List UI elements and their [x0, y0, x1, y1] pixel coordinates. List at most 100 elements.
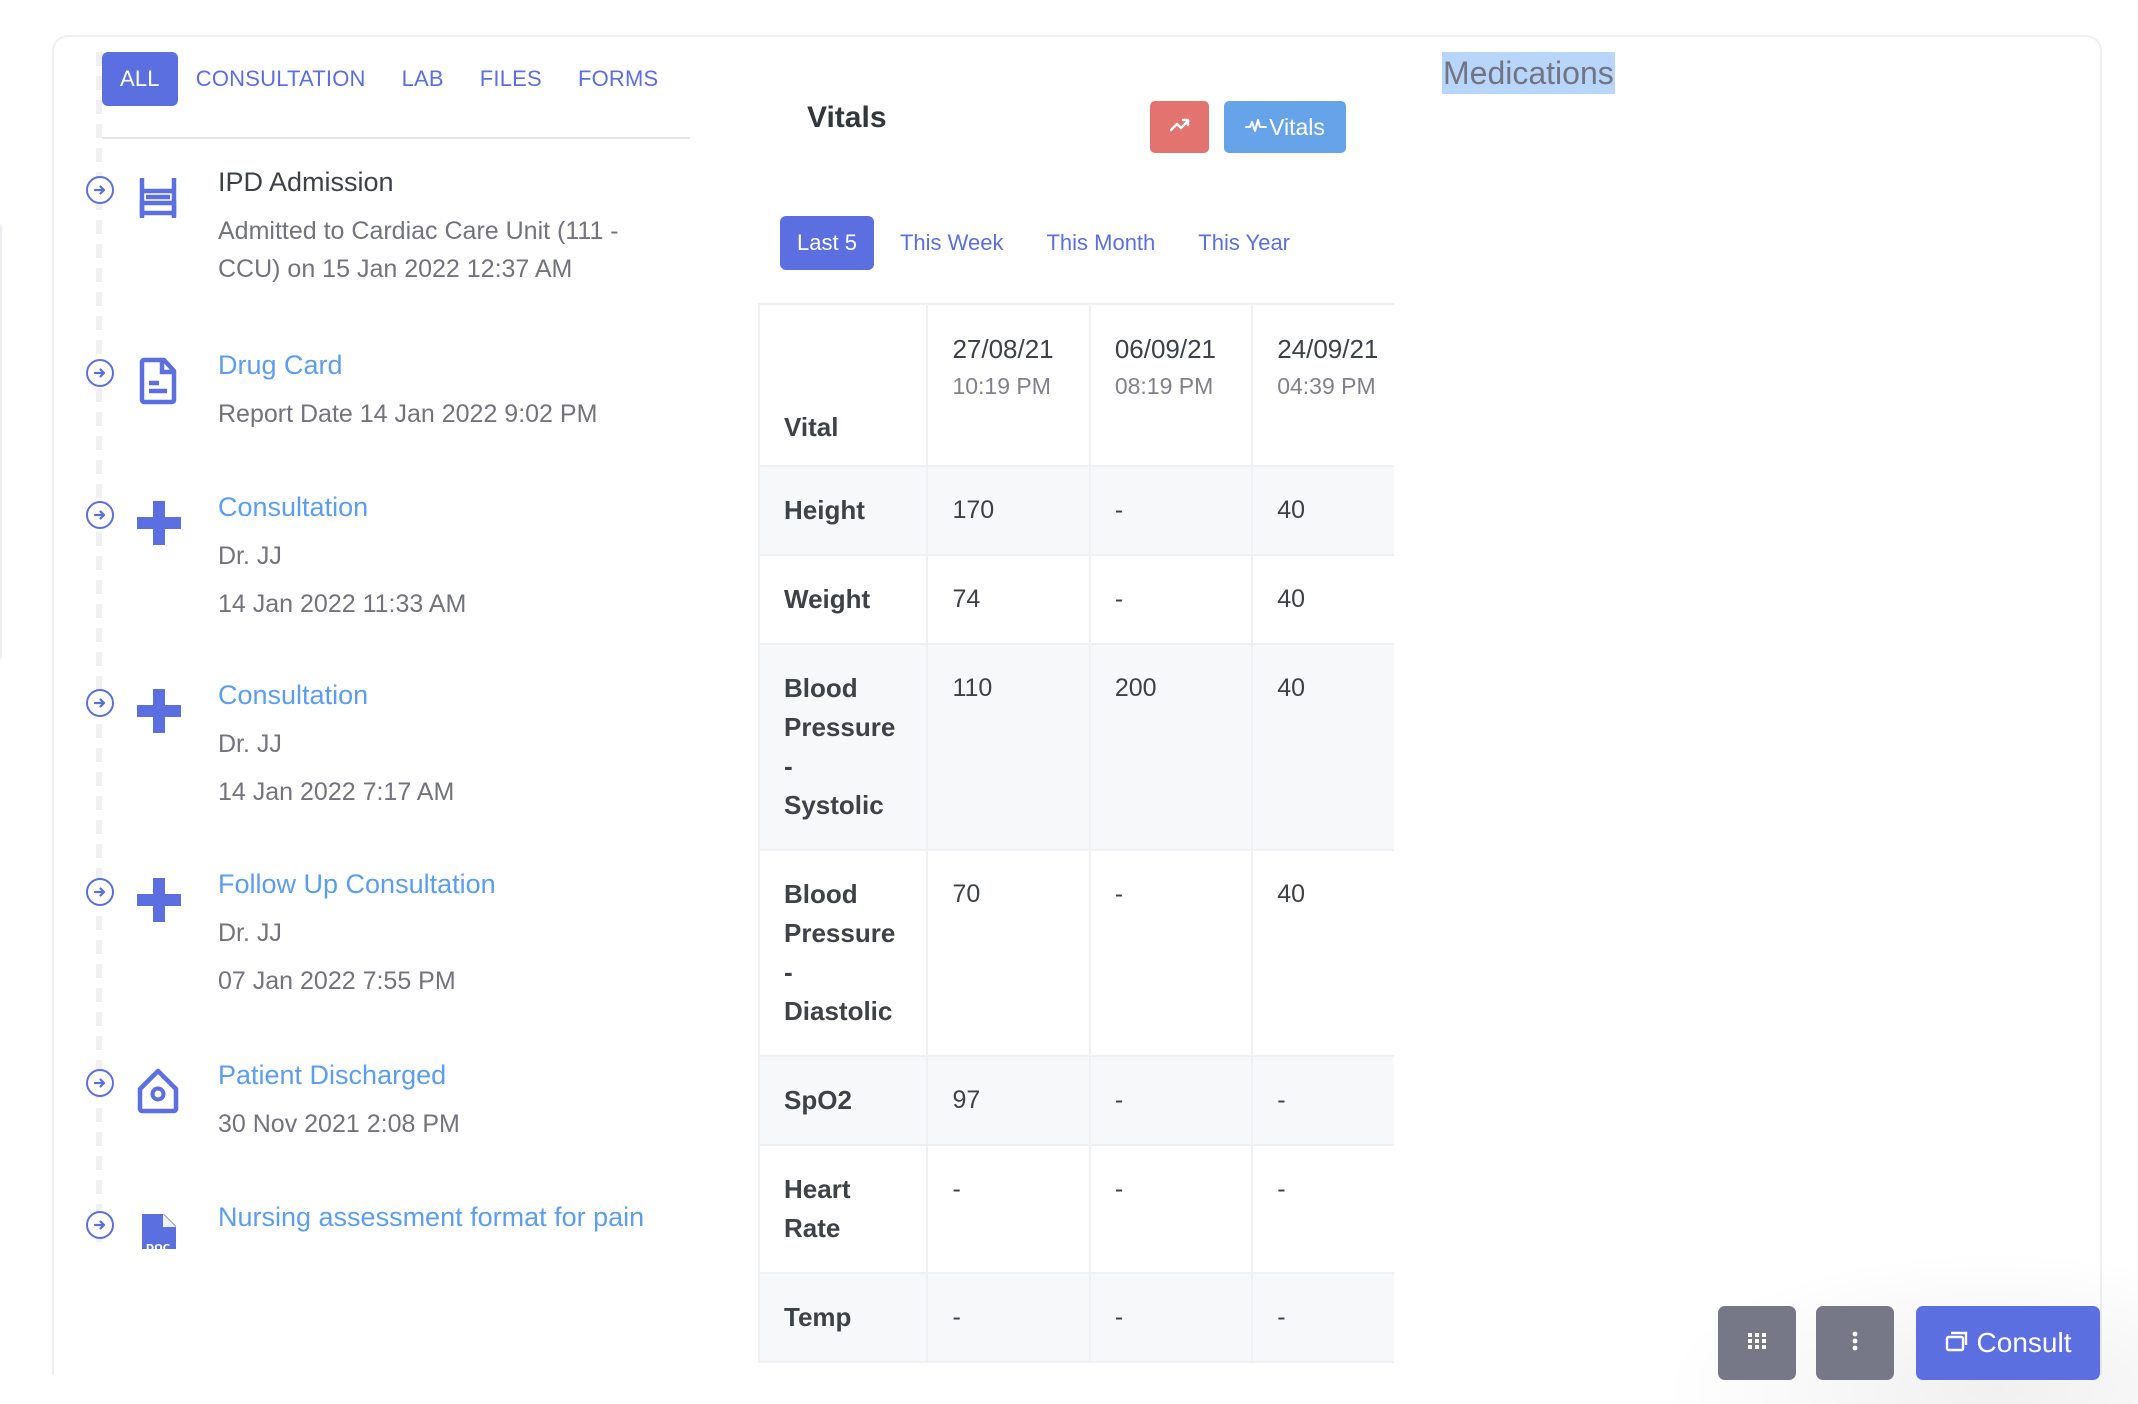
table-row: Blood Pressure - Diastolic 70-40 [758, 849, 1394, 1057]
tabs-divider [102, 137, 690, 139]
entry-doctor: Dr. JJ [218, 919, 282, 947]
reading-date: 06/09/21 [1114, 334, 1217, 364]
arrow-right-circle-icon[interactable] [86, 176, 114, 204]
table-row: Height 170-40 [758, 465, 1394, 556]
vital-value-cell: 40 [1251, 849, 1394, 1057]
tab-files[interactable]: FILES [462, 52, 560, 106]
arrow-right-circle-icon[interactable] [86, 501, 114, 529]
collapsed-side-panel-edge [0, 222, 2, 662]
tab-lab[interactable]: LAB [384, 52, 462, 106]
vital-value-cell: - [1251, 1272, 1394, 1363]
medications-title: Medications [1442, 52, 1615, 94]
more-vertical-icon [1852, 1331, 1858, 1356]
reading-time: 08:19 PM [1114, 373, 1214, 399]
arrow-right-circle-icon[interactable] [86, 1069, 114, 1097]
vital-value-cell: 170 [926, 465, 1091, 556]
entry-title-link[interactable]: Follow Up Consultation [218, 864, 778, 904]
vitals-button-label: Vitals [1269, 113, 1325, 140]
vitals-period-filters: Last 5 This Week This Month This Year [780, 216, 1307, 270]
column-header-date: 24/09/21 04:39 PM [1251, 303, 1394, 467]
entry-datetime: 07 Jan 2022 7:55 PM [218, 967, 456, 995]
vital-value-cell: 40 [1251, 554, 1394, 645]
vitals-table: Vital 27/08/21 10:19 PM 06/09/21 08:19 P… [758, 303, 1394, 1363]
entry-title-link[interactable]: Nursing assessment format for pain [218, 1197, 778, 1237]
column-header-date: 06/09/21 08:19 PM [1088, 303, 1254, 467]
consult-button[interactable]: Consult [1916, 1306, 2100, 1380]
reading-date: 24/09/21 [1277, 334, 1379, 364]
entry-doctor: Dr. JJ [218, 730, 282, 758]
vital-value-cell: - [1088, 465, 1254, 556]
timeline-entry[interactable]: DOC Nursing assessment format for pain [86, 1202, 746, 1251]
arrow-right-circle-icon[interactable] [86, 689, 114, 717]
table-row: SpO2 97- - [758, 1055, 1394, 1146]
vital-value-cell: - [1088, 1272, 1254, 1363]
table-row: Weight 74-40 [758, 554, 1394, 645]
filter-this-week[interactable]: This Week [883, 216, 1021, 270]
entry-title: IPD Admission [218, 167, 394, 197]
trending-up-icon [1169, 118, 1190, 137]
filter-this-year[interactable]: This Year [1181, 216, 1307, 270]
svg-text:DOC: DOC [146, 1243, 170, 1249]
vital-name-cell: Weight [758, 554, 929, 645]
vital-value-cell: 74 [926, 554, 1091, 645]
vital-value-cell: 110 [926, 643, 1091, 851]
vital-value-cell: - [1251, 1055, 1394, 1146]
vital-name-cell: Blood Pressure - Diastolic [758, 849, 929, 1057]
entry-detail: CCU) on 15 Jan 2022 12:37 AM [218, 255, 573, 283]
entry-detail: Admitted to Cardiac Care Unit (111 - [218, 217, 619, 245]
vital-value-cell: 40 [1251, 643, 1394, 851]
tab-forms[interactable]: FORMS [560, 52, 676, 106]
vital-value-cell: - [1088, 554, 1254, 645]
reading-date: 27/08/21 [952, 334, 1054, 364]
entry-title-link[interactable]: Consultation [218, 675, 778, 715]
entry-doctor: Dr. JJ [218, 542, 282, 570]
vitals-title: Vitals [807, 101, 887, 134]
arrow-right-circle-icon[interactable] [86, 1211, 114, 1239]
tab-consultation[interactable]: CONSULTATION [178, 52, 384, 106]
entry-datetime: 14 Jan 2022 11:33 AM [218, 590, 467, 618]
pulse-icon [1245, 114, 1268, 141]
entry-detail: Report Date 14 Jan 2022 9:02 PM [218, 400, 598, 428]
medical-cross-icon [134, 497, 182, 549]
table-row: Temp - - - [758, 1272, 1394, 1363]
document-icon [134, 355, 182, 407]
bed-icon [134, 172, 182, 224]
vitals-table-scroll[interactable]: Vital 27/08/21 10:19 PM 06/09/21 08:19 P… [758, 303, 1394, 1365]
filter-last-5[interactable]: Last 5 [780, 216, 874, 270]
vital-value-cell: 40 [1251, 465, 1394, 556]
table-row: Heart Rate - - - [758, 1144, 1394, 1274]
add-vitals-button[interactable]: Vitals [1224, 101, 1346, 153]
reading-time: 10:19 PM [952, 373, 1051, 399]
entry-title-link[interactable]: Patient Discharged [218, 1055, 778, 1095]
arrow-right-circle-icon[interactable] [86, 359, 114, 387]
vital-name-cell: Heart Rate [758, 1144, 929, 1274]
vital-name-cell: Temp [758, 1272, 929, 1363]
medical-cross-icon [134, 874, 182, 926]
home-discharge-icon [134, 1065, 182, 1117]
vital-name-cell: Blood Pressure - Systolic [758, 643, 929, 851]
vital-value-cell: - [1088, 1144, 1254, 1274]
windows-icon [1945, 1327, 1969, 1359]
column-header-date: 27/08/21 10:19 PM [926, 303, 1091, 467]
arrow-right-circle-icon[interactable] [86, 878, 114, 906]
reading-time: 04:39 PM [1277, 373, 1376, 399]
filter-this-month[interactable]: This Month [1029, 216, 1172, 270]
more-options-button[interactable] [1816, 1306, 1894, 1380]
entry-title-link[interactable]: Drug Card [218, 345, 778, 385]
tab-all[interactable]: ALL [102, 52, 178, 106]
vital-name-cell: SpO2 [758, 1055, 929, 1146]
vital-value-cell: - [926, 1144, 1091, 1274]
vital-value-cell: - [1088, 1055, 1254, 1146]
vital-value-cell: 200 [1088, 643, 1254, 851]
entry-title-link[interactable]: Consultation [218, 487, 778, 527]
vital-name-cell: Height [758, 465, 929, 556]
column-header-vital: Vital [758, 303, 929, 467]
table-header-row: Vital 27/08/21 10:19 PM 06/09/21 08:19 P… [758, 303, 1394, 467]
apps-grid-button[interactable] [1718, 1306, 1796, 1380]
vitals-trend-button[interactable] [1150, 101, 1209, 153]
entry-datetime: 30 Nov 2021 2:08 PM [218, 1110, 460, 1138]
vital-value-cell: 97 [926, 1055, 1091, 1146]
timeline-dashed-line [96, 52, 102, 1242]
vital-value-cell: - [926, 1272, 1091, 1363]
table-row: Blood Pressure - Systolic 110 200 40 [758, 643, 1394, 851]
